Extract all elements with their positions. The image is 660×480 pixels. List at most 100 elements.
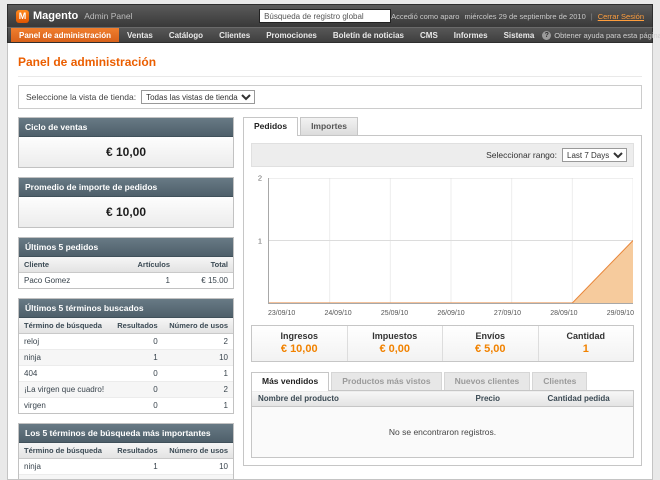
grid-tab-productos-mas-vistos: Productos más vistos bbox=[331, 372, 441, 390]
empty-message: No se encontraron registros. bbox=[252, 407, 634, 458]
cell-resultados: 0 bbox=[111, 475, 163, 480]
empty-row: No se encontraron registros. bbox=[252, 407, 634, 458]
diagram-tabs: PedidosImportes bbox=[243, 117, 642, 135]
logo-subtitle: Admin Panel bbox=[84, 11, 132, 21]
average-orders-card: Promedio de importe de pedidos € 10,00 bbox=[18, 177, 234, 228]
column-header-precio[interactable]: Precio bbox=[470, 391, 542, 407]
grid-tab-mas-vendidos[interactable]: Más vendidos bbox=[251, 372, 329, 391]
cell-numero-de-usos: 2 bbox=[163, 382, 233, 398]
nav-item-informes[interactable]: Informes bbox=[446, 28, 496, 42]
chart-plot-area bbox=[268, 178, 633, 304]
card-title-lifetime-sales: Ciclo de ventas bbox=[19, 118, 233, 137]
cell-termino-de-busqueda: virgen bbox=[19, 398, 111, 414]
average-orders-value: € 10,00 bbox=[19, 197, 233, 227]
store-view-select[interactable]: Todas las vistas de tienda bbox=[141, 90, 255, 104]
cell-numero-de-usos: 10 bbox=[163, 459, 233, 475]
table-row[interactable]: ninja110 bbox=[19, 459, 233, 475]
cell-termino-de-busqueda: ninja bbox=[19, 350, 111, 366]
table-row[interactable]: ¡La virgen que cuadro!02 bbox=[19, 382, 233, 398]
top-search-terms-card: Los 5 términos de búsqueda más important… bbox=[18, 423, 234, 480]
x-tick-24-09-10: 24/09/10 bbox=[324, 310, 351, 317]
tab-importes[interactable]: Importes bbox=[300, 117, 358, 135]
nav-item-panel-de-administracion[interactable]: Panel de administración bbox=[11, 28, 119, 42]
cell-resultados: 0 bbox=[111, 366, 163, 382]
header-row: Nombre del productoPrecioCantidad pedida bbox=[252, 391, 634, 407]
cell-termino-de-busqueda: ¡La virgen que cuadro! bbox=[19, 382, 111, 398]
logged-in-as: Accedió como aparo bbox=[391, 12, 459, 21]
dashboard-main: PedidosImportes Seleccionar rango: Last … bbox=[243, 117, 642, 466]
last-search-terms-table: Término de búsquedaResultadosNúmero de u… bbox=[19, 318, 233, 413]
cell-total: € 15.00 bbox=[175, 273, 233, 289]
table-row[interactable]: virgen01 bbox=[19, 398, 233, 414]
nav-item-boletin-de-noticias[interactable]: Boletín de noticias bbox=[325, 28, 412, 42]
cell-termino-de-busqueda: reloj bbox=[19, 475, 111, 480]
table-row[interactable]: Paco Gomez1€ 15.00 bbox=[19, 273, 233, 289]
nav-items: Panel de administraciónVentasCatálogoCli… bbox=[11, 28, 542, 42]
page-help-link[interactable]: ? Obtener ayuda para esta página bbox=[542, 28, 660, 42]
global-search-input[interactable] bbox=[259, 9, 391, 23]
nav-item-catalogo[interactable]: Catálogo bbox=[161, 28, 211, 42]
lifetime-sales-card: Ciclo de ventas € 10,00 bbox=[18, 117, 234, 168]
totals-row: Ingresos€ 10,00Impuestos€ 0,00Envíos€ 5,… bbox=[251, 325, 634, 362]
products-grid: Nombre del productoPrecioCantidad pedida… bbox=[251, 390, 634, 458]
table-body: ninja110reloj02¡La virgen que cuadro!024… bbox=[19, 459, 233, 480]
table-body: Paco Gomez1€ 15.00 bbox=[19, 273, 233, 289]
nav-item-sistema[interactable]: Sistema bbox=[496, 28, 543, 42]
y-tick-2: 2 bbox=[258, 174, 262, 183]
card-title-top-search-terms: Los 5 términos de búsqueda más important… bbox=[19, 424, 233, 443]
table-row[interactable]: ninja110 bbox=[19, 350, 233, 366]
store-view-label: Seleccione la vista de tienda: bbox=[26, 92, 136, 102]
column-header-nombre-del-producto[interactable]: Nombre del producto bbox=[252, 391, 470, 407]
top-search-terms-table: Término de búsquedaResultadosNúmero de u… bbox=[19, 443, 233, 480]
column-header-numero-de-usos: Número de usos bbox=[163, 318, 233, 334]
table-body: reloj02ninja11040401¡La virgen que cuadr… bbox=[19, 334, 233, 414]
x-tick-29-09-10: 29/09/10 bbox=[607, 310, 634, 317]
column-header-cantidad-pedida[interactable]: Cantidad pedida bbox=[542, 391, 634, 407]
y-tick-1: 1 bbox=[258, 237, 262, 246]
nav-item-clientes[interactable]: Clientes bbox=[211, 28, 258, 42]
card-title-average-orders: Promedio de importe de pedidos bbox=[19, 178, 233, 197]
chart-y-axis: 12 bbox=[251, 178, 266, 304]
cell-numero-de-usos: 1 bbox=[163, 398, 233, 414]
nav-item-ventas[interactable]: Ventas bbox=[119, 28, 161, 42]
cell-resultados: 0 bbox=[111, 398, 163, 414]
lifetime-sales-value: € 10,00 bbox=[19, 137, 233, 167]
session-info: Accedió como aparo miércoles 29 de septi… bbox=[391, 12, 644, 21]
total-value-impuestos: € 0,00 bbox=[352, 343, 439, 355]
products-grid-head: Nombre del productoPrecioCantidad pedida bbox=[252, 391, 634, 407]
table-row[interactable]: 40401 bbox=[19, 366, 233, 382]
tab-pedidos[interactable]: Pedidos bbox=[243, 117, 298, 136]
range-select[interactable]: Last 7 Days bbox=[562, 148, 627, 162]
page-title: Panel de administración bbox=[18, 49, 642, 77]
total-impuestos: Impuestos€ 0,00 bbox=[347, 326, 443, 361]
total-envios: Envíos€ 5,00 bbox=[442, 326, 538, 361]
nav-item-cms[interactable]: CMS bbox=[412, 28, 446, 42]
column-header-termino-de-busqueda: Término de búsqueda bbox=[19, 318, 111, 334]
help-icon: ? bbox=[542, 31, 551, 40]
x-tick-28-09-10: 28/09/10 bbox=[550, 310, 577, 317]
cell-resultados: 1 bbox=[111, 459, 163, 475]
logout-link[interactable]: Cerrar Sesión bbox=[598, 12, 644, 21]
x-tick-27-09-10: 27/09/10 bbox=[494, 310, 521, 317]
column-header-resultados: Resultados bbox=[111, 443, 163, 459]
table-row[interactable]: reloj02 bbox=[19, 334, 233, 350]
total-label-cantidad: Cantidad bbox=[543, 331, 630, 341]
column-header-termino-de-busqueda: Término de búsqueda bbox=[19, 443, 111, 459]
table-head: Término de búsquedaResultadosNúmero de u… bbox=[19, 443, 233, 459]
content-area: Panel de administración Seleccione la vi… bbox=[7, 43, 653, 480]
total-value-ingresos: € 10,00 bbox=[256, 343, 343, 355]
last-orders-table: ClienteArtículosTotalPaco Gomez1€ 15.00 bbox=[19, 257, 233, 288]
sidebar-column: Ciclo de ventas € 10,00 Promedio de impo… bbox=[18, 117, 234, 480]
diagram-panel: Seleccionar rango: Last 7 Days 12 23/09/… bbox=[243, 135, 642, 466]
nav-item-promociones[interactable]: Promociones bbox=[258, 28, 325, 42]
table-row[interactable]: reloj02 bbox=[19, 475, 233, 480]
grid-tabs: Más vendidosProductos más vistosNuevos c… bbox=[251, 372, 634, 390]
x-tick-25-09-10: 25/09/10 bbox=[381, 310, 408, 317]
magento-logo[interactable]: M Magento Admin Panel bbox=[16, 10, 259, 23]
cell-numero-de-usos: 10 bbox=[163, 350, 233, 366]
total-ingresos: Ingresos€ 10,00 bbox=[252, 326, 347, 361]
store-view-switcher: Seleccione la vista de tienda: Todas las… bbox=[18, 85, 642, 109]
main-nav: Panel de administraciónVentasCatálogoCli… bbox=[7, 27, 653, 43]
cell-termino-de-busqueda: reloj bbox=[19, 334, 111, 350]
header-row: Término de búsquedaResultadosNúmero de u… bbox=[19, 443, 233, 459]
